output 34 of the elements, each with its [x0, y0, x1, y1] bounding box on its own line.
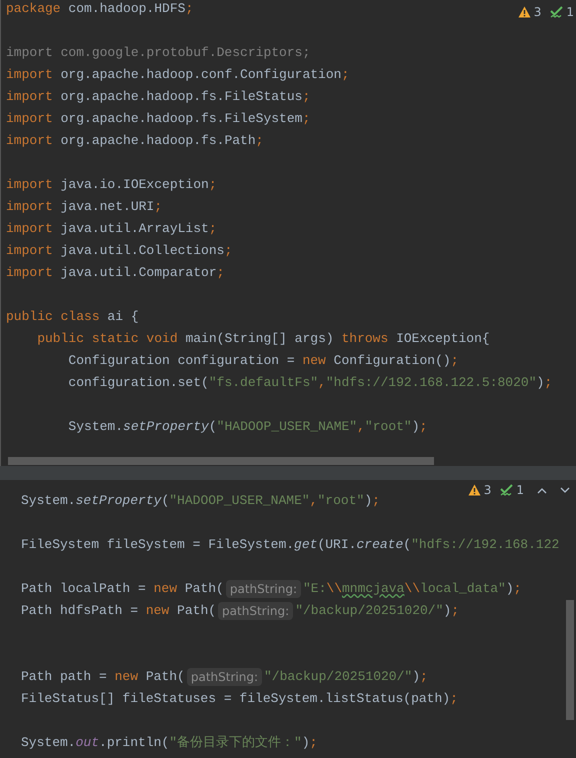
code-line: public static void main(String[] args) throws IOException{ [36, 330, 490, 348]
code-line: System.out.println("备份目录下的文件："); [21, 734, 318, 752]
code-line: System.setProperty("HADOOP_USER_NAME","root"); [21, 492, 380, 510]
vertical-scrollbar[interactable] [566, 600, 574, 720]
weak-warning-count: 1 [566, 4, 574, 21]
code-line: System.setProperty("HADOOP_USER_NAME","root"); [67, 418, 428, 436]
code-line: Path localPath = new Path( pathString: "E:\\mnmcjava\\local_data"); [21, 578, 522, 600]
code-line: import java.util.Collections; [6, 242, 232, 260]
code-line: import java.io.IOException; [6, 176, 217, 194]
code-line: import java.util.Comparator; [6, 264, 224, 282]
code-line: Path hdfsPath = new Path( pathString: "/backup/20251020/"); [21, 600, 460, 622]
code-line: import org.apache.hadoop.conf.Configuration; [6, 66, 350, 84]
horizontal-scrollbar[interactable] [8, 457, 434, 465]
check-icon [550, 6, 564, 18]
code-line: import java.util.ArrayList; [6, 220, 217, 238]
check-icon [500, 484, 514, 496]
code-line: import org.apache.hadoop.fs.FileSystem; [6, 110, 310, 128]
warning-count: 3 [484, 482, 492, 499]
code-line: configuration.set("fs.defaultFs","hdfs://192.168.122.5:8020"); [67, 374, 552, 392]
code-line: import org.apache.hadoop.fs.FileStatus; [6, 88, 310, 106]
code-line: import java.net.URI; [6, 198, 162, 216]
code-line: import com.google.protobuf.Descriptors; [6, 44, 310, 62]
code-line: import org.apache.hadoop.fs.Path; [6, 132, 264, 150]
warning-icon [518, 6, 531, 18]
weak-warning-count: 1 [516, 482, 524, 499]
pane-splitter[interactable] [0, 466, 576, 480]
code-line: package com.hadoop.HDFS; [6, 0, 194, 18]
code-line: FileSystem fileSystem = FileSystem.get(URI.create("hdfs://192.168.122 [21, 536, 560, 554]
warning-icon [468, 484, 481, 496]
code-line: public class ai { [6, 308, 139, 326]
warning-count: 3 [534, 4, 542, 21]
code-line: Configuration configuration = new Configuration(); [67, 352, 458, 370]
code-line: Path path = new Path( pathString: "/backup/20251020/"); [21, 666, 428, 688]
code-line: FileStatus[] fileStatuses = fileSystem.listStatus(path); [21, 690, 458, 708]
